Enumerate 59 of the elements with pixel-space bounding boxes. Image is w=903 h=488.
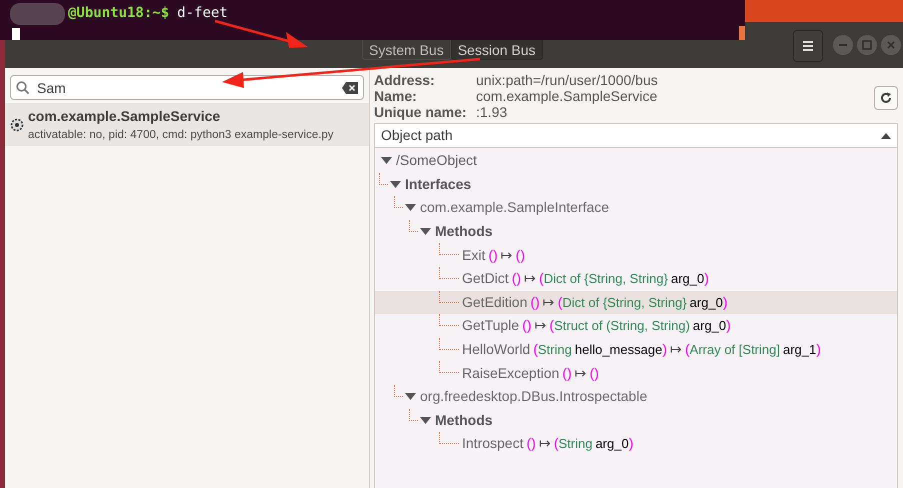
group-label: Interfaces <box>405 174 472 194</box>
object-path: /SomeObject <box>396 151 477 170</box>
terminal-prompt: @Ubuntu18:~$ <box>68 4 170 23</box>
info-value: :1.93 <box>476 104 508 120</box>
search-field[interactable]: Sam <box>10 75 364 100</box>
expander-down-icon[interactable] <box>420 414 431 426</box>
expander-down-icon[interactable] <box>405 391 416 402</box>
tree-row[interactable]: org.freedesktop.DBus.Introspectable <box>375 384 897 409</box>
tree-row[interactable]: /SomeObject <box>375 149 897 173</box>
search-icon <box>16 81 30 95</box>
tree-row[interactable]: com.example.SampleInterface <box>375 196 897 220</box>
tree-row[interactable]: Exit () ↦ () <box>375 243 897 267</box>
redaction-blur <box>10 3 65 25</box>
refresh-button[interactable] <box>874 86 898 110</box>
expander-down-icon[interactable] <box>405 202 416 214</box>
menu-icon <box>802 40 814 52</box>
refresh-icon <box>880 92 892 104</box>
info-label: Unique name: <box>374 104 468 120</box>
tree-row[interactable]: Methods <box>375 220 897 244</box>
info-value: com.example.SampleService <box>476 88 658 104</box>
method-signature: GetDict () ↦ (Dict of {String, String} arg_0) <box>462 269 709 288</box>
method-signature: HelloWorld (String hello_message) ↦ (Array of [String] arg_1) <box>462 340 821 360</box>
method-signature: GetTuple () ↦ (Struct of (String, String) arg_0) <box>462 316 731 336</box>
tree-row[interactable]: GetTuple () ↦ (Struct of (String, String) arg_0) <box>375 314 897 338</box>
group-label: Methods <box>435 222 493 242</box>
method-signature: Introspect () ↦ (String arg_0) <box>462 434 634 454</box>
service-name: com.example.SampleService <box>28 106 222 126</box>
expander-down-icon[interactable] <box>381 155 392 166</box>
service-row[interactable]: com.example.SampleService activatable: no, pid: 4700, cmd: python3 example-service.py <box>5 103 369 146</box>
gear-icon <box>10 118 24 132</box>
tree-row[interactable]: GetDict () ↦ (Dict of {String, String} arg_0) <box>375 266 897 291</box>
tree-row[interactable]: HelloWorld (String hello_message) ↦ (Array of [String] arg_1) <box>375 338 897 362</box>
tree-row[interactable]: RaiseException () ↦ () <box>375 361 897 385</box>
method-signature: GetEdition () ↦ (Dict of {String, String} arg_0) <box>462 292 728 312</box>
bus-tab[interactable]: System Bus <box>362 40 451 60</box>
service-details: activatable: no, pid: 4700, cmd: python3 example-service.py <box>28 128 334 142</box>
info-label: Name: <box>374 88 418 104</box>
sort-icon <box>881 132 891 138</box>
info-label: Address: <box>374 72 436 88</box>
text-cursor <box>12 28 20 40</box>
column-title: Object path <box>381 126 454 145</box>
interface-name: org.freedesktop.DBus.Introspectable <box>420 387 648 406</box>
group-label: Methods <box>435 410 493 430</box>
clear-icon[interactable] <box>342 82 358 94</box>
tree-row[interactable]: Interfaces <box>375 172 897 196</box>
terminal-scrollbar <box>739 26 745 40</box>
menu-button[interactable] <box>793 30 823 62</box>
expander-down-icon[interactable] <box>390 178 401 190</box>
column-header[interactable]: Object path <box>374 123 898 148</box>
interface-name: com.example.SampleInterface <box>420 198 610 218</box>
tree-row[interactable]: Methods <box>375 408 897 432</box>
terminal-command: d-feet <box>177 4 228 23</box>
expander-down-icon[interactable] <box>420 226 431 238</box>
bus-tab[interactable]: Session Bus <box>450 40 543 60</box>
info-value: unix:path=/run/user/1000/bus <box>476 72 658 88</box>
method-signature: Exit () ↦ () <box>462 246 525 265</box>
tree-row[interactable]: GetEdition () ↦ (Dict of {String, String} arg_0) <box>375 290 897 314</box>
method-signature: RaiseException () ↦ () <box>462 364 599 383</box>
tree-row[interactable]: Introspect () ↦ (String arg_0) <box>375 432 897 456</box>
